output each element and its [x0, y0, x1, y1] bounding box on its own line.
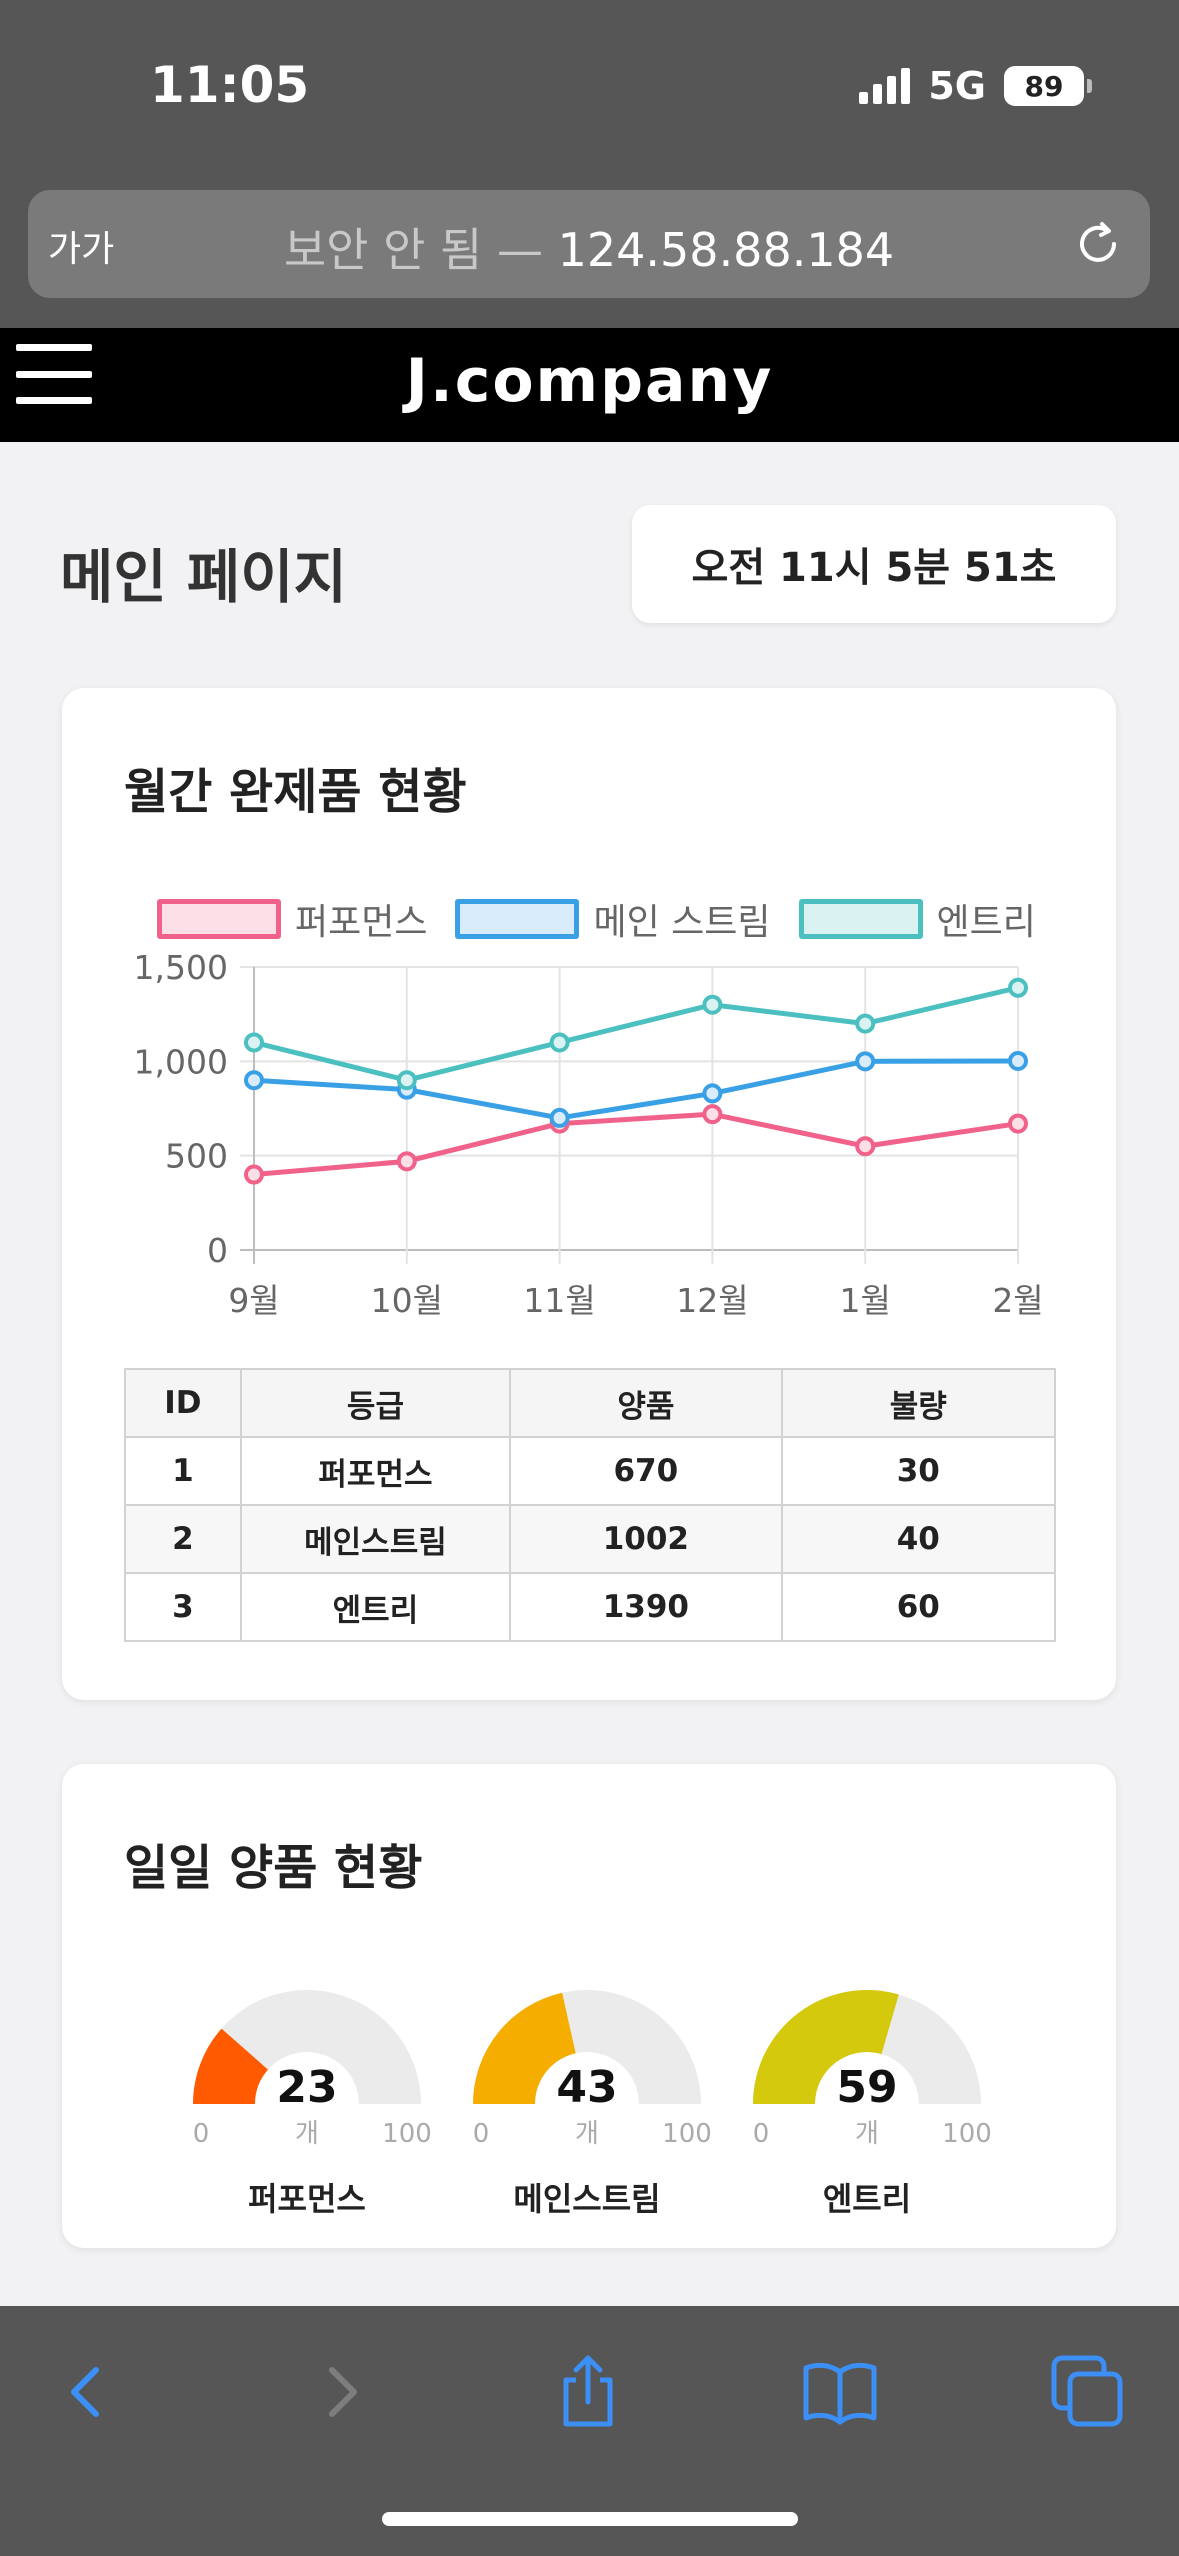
data-point [702, 994, 723, 1015]
data-point [702, 1104, 723, 1125]
monthly-product-card: 월간 완제품 현황 퍼포먼스 메인 스트림 엔트리 0 500 1,000 1,500 9월… [62, 688, 1116, 1700]
x-tick-label: 10월 [371, 1281, 443, 1320]
gauge-value: 23 [276, 2062, 337, 2113]
data-point [244, 1164, 264, 1185]
url-text: 124.58.88.184 [557, 223, 895, 277]
cell-defect: 60 [780, 1572, 1057, 1642]
header-grade: 등급 [239, 1368, 512, 1438]
status-time: 11:05 [150, 56, 310, 114]
gauge-min-label: 0 [193, 2119, 210, 2149]
data-point [396, 1151, 417, 1172]
gauge-max-label: 100 [662, 2119, 712, 2149]
cell-defect: 30 [780, 1436, 1057, 1506]
y-tick-label: 1,500 [134, 948, 228, 987]
battery-icon: 89 [1004, 66, 1092, 106]
x-tick-label: 9월 [228, 1281, 279, 1320]
data-point [244, 1032, 264, 1053]
y-tick-label: 1,000 [134, 1042, 228, 1081]
gauge: 59 개 0 100 엔트리 [737, 1984, 997, 2224]
browser-top-chrome: 11:05 5G 89 가가 보안 안 됨 — 124.58.88.184 [0, 0, 1179, 328]
gauge-value: 59 [836, 2062, 897, 2113]
data-point [244, 1070, 264, 1091]
header-good: 양품 [509, 1368, 783, 1438]
battery-level: 89 [1024, 69, 1064, 103]
cell-good: 1390 [509, 1572, 783, 1642]
table-row: 3 엔트리 1390 60 [124, 1572, 1057, 1642]
data-point [855, 1136, 876, 1157]
page-title: 메인 페이지 [60, 543, 347, 611]
brand-logo[interactable]: J.company [0, 346, 1179, 416]
gauge-label: 퍼포먼스 [248, 2180, 366, 2218]
site-header: J.company [0, 328, 1179, 442]
x-tick-label: 11월 [523, 1281, 595, 1320]
data-point [549, 1032, 570, 1053]
gauge-unit: 개 [575, 2119, 599, 2149]
signal-icon [859, 68, 911, 104]
x-tick-label: 2월 [992, 1281, 1043, 1320]
cell-good: 1002 [509, 1504, 783, 1574]
bookmarks-icon[interactable] [800, 2352, 880, 2432]
share-icon[interactable] [548, 2352, 628, 2432]
y-tick-label: 500 [165, 1137, 228, 1176]
cell-defect: 40 [780, 1504, 1057, 1574]
series-line [253, 985, 1019, 1083]
monthly-table: ID 등급 양품 불량 1 퍼포먼스 670 30 2 메인스트림 1002 4… [124, 1368, 1057, 1642]
data-point [1008, 1113, 1028, 1134]
gauge-label: 메인스트림 [513, 2180, 661, 2218]
home-indicator [382, 2512, 798, 2526]
y-tick-label: 0 [207, 1231, 228, 1270]
gauge: 43 개 0 100 메인스트림 [457, 1984, 717, 2224]
gauge-min-label: 0 [753, 2119, 770, 2149]
data-point [549, 1107, 570, 1128]
cell-grade: 메인스트림 [239, 1504, 512, 1574]
gauge: 23 개 0 100 퍼포먼스 [177, 1984, 437, 2224]
gauge-max-label: 100 [382, 2119, 432, 2149]
cell-grade: 퍼포먼스 [239, 1436, 512, 1506]
daily-card-title: 일일 양품 현황 [124, 1840, 423, 1896]
tabs-icon[interactable] [1048, 2352, 1128, 2432]
x-tick-label: 12월 [676, 1281, 748, 1320]
url-display[interactable]: 보안 안 됨 — 124.58.88.184 [28, 214, 1150, 280]
gauge-label: 엔트리 [822, 2180, 912, 2218]
forward-icon[interactable] [300, 2352, 380, 2432]
gauge-chart: 59 개 0 100 [753, 1990, 992, 2149]
gauge-chart: 43 개 0 100 [473, 1990, 712, 2149]
series-line [253, 1111, 1019, 1178]
network-label: 5G [928, 64, 986, 108]
daily-good-card: 일일 양품 현황 23 개 0 100 퍼포먼스 43 개 0 100 메인스트림 59 개 0 100 엔… [62, 1764, 1116, 2248]
gauge-unit: 개 [295, 2119, 319, 2149]
back-icon[interactable] [48, 2352, 128, 2432]
cell-good: 670 [509, 1436, 783, 1506]
address-bar[interactable]: 가가 보안 안 됨 — 124.58.88.184 [28, 190, 1150, 298]
cell-id: 3 [124, 1572, 242, 1642]
header-id: ID [124, 1368, 242, 1438]
header-defect: 불량 [780, 1368, 1057, 1438]
cell-grade: 엔트리 [239, 1572, 512, 1642]
reload-icon[interactable] [1072, 218, 1124, 270]
data-point [702, 1083, 723, 1104]
table-row: 2 메인스트림 1002 40 [124, 1504, 1057, 1574]
gauge-value: 43 [556, 2062, 617, 2113]
gauge-chart: 23 개 0 100 [193, 1990, 432, 2149]
insecure-label: 보안 안 됨 — [283, 223, 543, 277]
data-point [855, 1051, 876, 1072]
gauge-min-label: 0 [473, 2119, 490, 2149]
table-row: 1 퍼포먼스 670 30 [124, 1436, 1057, 1506]
x-tick-label: 1월 [840, 1281, 891, 1320]
cell-id: 2 [124, 1504, 242, 1574]
gauge-unit: 개 [855, 2119, 879, 2149]
data-point [1008, 977, 1028, 998]
gauge-row: 23 개 0 100 퍼포먼스 43 개 0 100 메인스트림 59 개 0 100 엔트리 [62, 1984, 1116, 2224]
cell-id: 1 [124, 1436, 242, 1506]
current-time-display: 오전 11시 5분 51초 [632, 505, 1116, 623]
table-header-row: ID 등급 양품 불량 [124, 1368, 1057, 1438]
data-point [396, 1070, 417, 1091]
gauge-max-label: 100 [942, 2119, 992, 2149]
monthly-line-chart: 0 500 1,000 1,500 9월 10월 11월 12월 1월 2월 [134, 948, 1044, 1320]
status-indicators: 5G 89 [859, 64, 1092, 108]
data-point [855, 1013, 876, 1034]
data-point [1008, 1050, 1028, 1071]
